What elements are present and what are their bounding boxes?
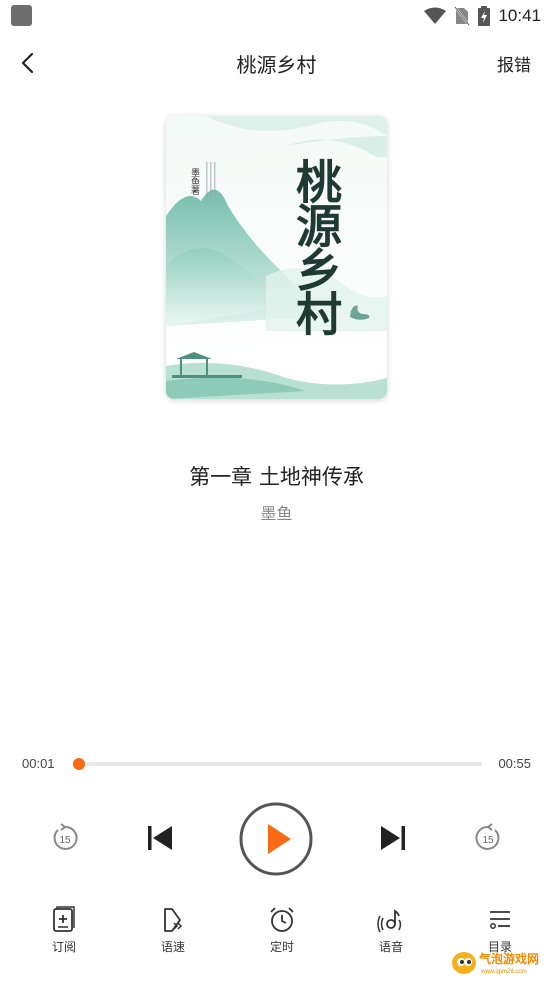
book-cover: 墨鱼著 桃源乡村 xyxy=(166,116,387,399)
alarm-clock-icon xyxy=(270,907,294,932)
tab-label: 定时 xyxy=(269,940,294,954)
speed-icon xyxy=(164,908,183,932)
seek-handle[interactable] xyxy=(73,758,86,770)
skip-previous-icon xyxy=(148,826,172,850)
cover-author: 墨鱼著 xyxy=(189,168,200,195)
site-watermark: 气泡游戏网 www.qpm28.com xyxy=(451,948,551,978)
status-bar: 10:41 xyxy=(0,0,553,32)
watermark-logo-icon: 气泡游戏网 www.qpm28.com xyxy=(452,951,539,975)
tab-subscribe[interactable]: 订阅 xyxy=(29,900,99,955)
report-error-button[interactable]: 报错 xyxy=(497,51,531,76)
play-button[interactable] xyxy=(239,802,313,876)
author-name: 墨鱼 xyxy=(260,504,293,523)
cover-title: 桃源乡村 xyxy=(289,158,343,336)
fast-forward-icon: 15 xyxy=(475,823,500,850)
notification-icon xyxy=(11,5,32,26)
subscribe-icon xyxy=(53,906,75,932)
seek-track[interactable] xyxy=(73,758,482,770)
no-sim-icon xyxy=(454,6,471,26)
progress-bar: 00:01 00:55 xyxy=(0,752,553,776)
chapter-title: 第一章 土地神传承 xyxy=(189,465,364,489)
rewind-icon: 15 xyxy=(53,823,78,850)
skip-next-icon xyxy=(381,826,405,850)
header: 桃源乡村 报错 xyxy=(0,38,553,86)
tab-label: 语音 xyxy=(378,940,403,954)
catalog-icon xyxy=(490,911,510,929)
cover-illustration: 墨鱼著 桃源乡村 xyxy=(166,116,387,399)
tab-voice[interactable]: 语音 xyxy=(356,900,426,955)
player-controls: 15 15 xyxy=(0,800,553,878)
tab-label: 订阅 xyxy=(51,940,76,954)
clock: 10:41 xyxy=(498,6,541,25)
tab-speed[interactable]: 语速 xyxy=(138,900,208,955)
svg-text:15: 15 xyxy=(59,835,71,846)
forward-15-button[interactable]: 15 xyxy=(472,822,504,854)
page-title: 桃源乡村 xyxy=(236,53,317,77)
svg-text:www.qpm28.com: www.qpm28.com xyxy=(480,969,527,975)
battery-icon xyxy=(478,6,491,26)
voice-icon xyxy=(377,909,402,933)
tab-timer[interactable]: 定时 xyxy=(247,900,317,955)
next-button[interactable] xyxy=(376,821,410,855)
tab-label: 语速 xyxy=(160,940,185,954)
svg-text:气泡游戏网: 气泡游戏网 xyxy=(478,951,539,966)
total-time: 00:55 xyxy=(498,756,531,771)
current-time: 00:01 xyxy=(22,756,55,771)
svg-text:15: 15 xyxy=(482,835,494,846)
rewind-15-button[interactable]: 15 xyxy=(49,822,81,854)
tab-catalog[interactable]: 目录 xyxy=(465,900,535,955)
previous-button[interactable] xyxy=(143,821,177,855)
play-icon xyxy=(239,802,313,876)
wifi-icon xyxy=(424,7,447,24)
